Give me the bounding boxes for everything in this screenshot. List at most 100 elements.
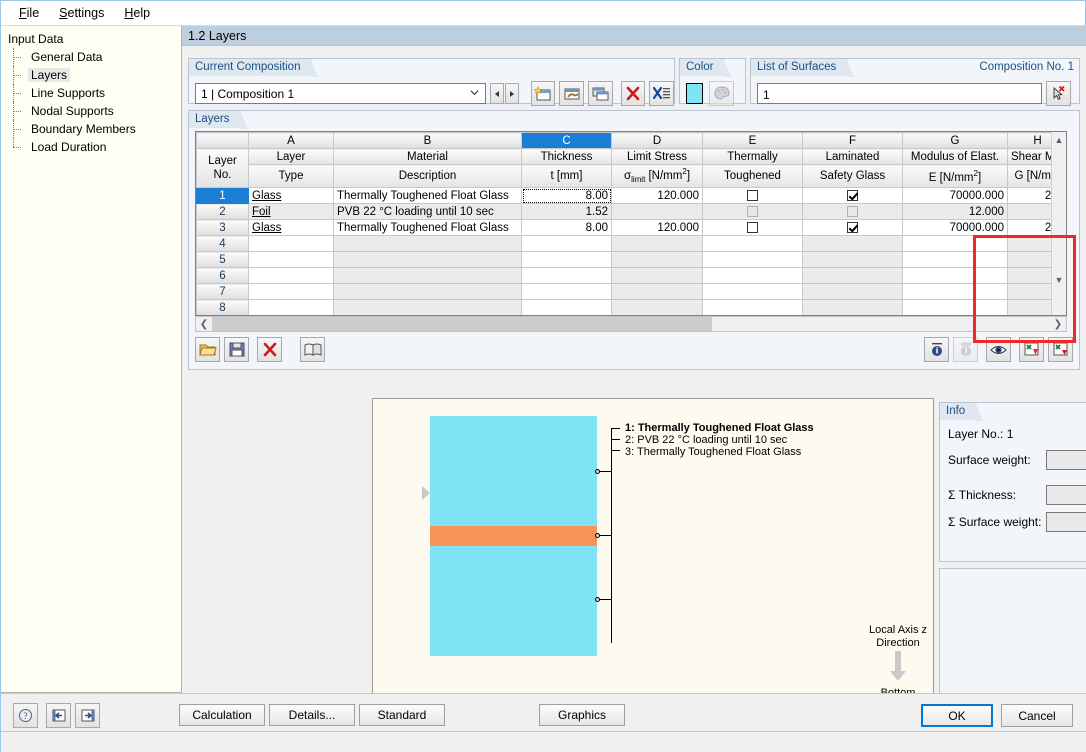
view-button[interactable] — [986, 337, 1011, 362]
table-row[interactable]: 8 — [196, 299, 1066, 315]
sidebar-item-boundary-members[interactable]: Boundary Members — [8, 120, 181, 138]
hscroll-thumb[interactable] — [212, 317, 712, 331]
scroll-left-icon[interactable]: ❮ — [196, 319, 212, 330]
scroll-up-icon[interactable]: ▲ — [1052, 132, 1066, 147]
new-composition-button[interactable] — [530, 81, 556, 106]
cell-modulus[interactable]: 70000.000 — [902, 187, 1008, 205]
cell-thermally-toughened[interactable] — [702, 299, 803, 315]
cell-layer-type[interactable] — [248, 283, 334, 301]
cell-layer-type[interactable] — [248, 251, 334, 269]
next-module-button[interactable] — [75, 703, 100, 728]
layers-table[interactable]: A B C D E F G H Layer No. Layer Material… — [195, 131, 1067, 316]
cell-material[interactable] — [333, 299, 522, 315]
menu-help[interactable]: Help — [114, 3, 160, 23]
details-button[interactable]: Details... — [269, 704, 355, 726]
edit-composition-button[interactable] — [559, 81, 585, 106]
cell-laminated-safety-glass[interactable] — [802, 219, 903, 237]
cell-modulus[interactable] — [902, 251, 1008, 269]
cell-thermally-toughened[interactable] — [702, 283, 803, 301]
sidebar-item-general-data[interactable]: General Data — [8, 48, 181, 66]
cell-thickness[interactable] — [521, 299, 612, 315]
cell-material[interactable]: PVB 22 °C loading until 10 sec — [333, 203, 522, 221]
cell-modulus[interactable] — [902, 299, 1008, 315]
cell-laminated-safety-glass[interactable] — [802, 251, 903, 269]
sidebar-item-line-supports[interactable]: Line Supports — [8, 84, 181, 102]
cell-thickness[interactable]: 8.00 — [521, 219, 612, 237]
cell-thermally-toughened[interactable] — [702, 267, 803, 285]
cell-material[interactable]: Thermally Toughened Float Glass — [333, 187, 522, 205]
row-number[interactable]: 4 — [196, 235, 249, 253]
cell-limit-stress[interactable] — [611, 267, 703, 285]
cell-limit-stress[interactable]: 120.000 — [611, 219, 703, 237]
cell-thickness[interactable] — [521, 251, 612, 269]
row-number[interactable]: 8 — [196, 299, 249, 315]
laminated-safety-glass-checkbox[interactable] — [847, 222, 858, 234]
menu-file[interactable]: File — [9, 3, 49, 23]
table-row[interactable]: 1 Glass Thermally Toughened Float Glass … — [196, 187, 1066, 205]
cell-material[interactable] — [333, 235, 522, 253]
cell-thickness[interactable] — [521, 283, 612, 301]
scroll-down-icon[interactable]: ▼ — [1052, 272, 1066, 287]
cell-limit-stress[interactable] — [611, 283, 703, 301]
row-number[interactable]: 1 — [196, 187, 249, 205]
open-file-button[interactable] — [195, 337, 220, 362]
col-letter-a[interactable]: A — [248, 132, 334, 149]
delete-composition-button[interactable] — [620, 81, 646, 106]
cell-layer-type[interactable]: Glass — [248, 219, 334, 237]
row-number[interactable]: 5 — [196, 251, 249, 269]
cell-layer-type[interactable]: Glass — [248, 187, 334, 205]
cell-limit-stress[interactable] — [611, 251, 703, 269]
help-button[interactable]: ? — [13, 703, 38, 728]
standard-button[interactable]: Standard — [359, 704, 445, 726]
table-row[interactable]: 6 — [196, 267, 1066, 285]
cell-laminated-safety-glass[interactable] — [802, 235, 903, 253]
col-letter-e[interactable]: E — [702, 132, 803, 149]
excel-export-button[interactable] — [1048, 337, 1073, 362]
cell-laminated-safety-glass[interactable] — [802, 187, 903, 205]
cell-modulus[interactable]: 70000.000 — [902, 219, 1008, 237]
col-letter-f[interactable]: F — [802, 132, 903, 149]
row-number[interactable]: 7 — [196, 283, 249, 301]
row-number[interactable]: 2 — [196, 203, 249, 221]
cell-laminated-safety-glass[interactable] — [802, 299, 903, 315]
cell-limit-stress[interactable]: 120.000 — [611, 187, 703, 205]
cell-material[interactable] — [333, 267, 522, 285]
table-vertical-scrollbar[interactable]: ▲ ▼ — [1051, 132, 1066, 315]
surfaces-input[interactable]: 1 — [757, 83, 1042, 104]
col-letter-c[interactable]: C — [521, 132, 612, 149]
cell-limit-stress[interactable] — [611, 235, 703, 253]
row-number[interactable]: 6 — [196, 267, 249, 285]
graphics-button[interactable]: Graphics — [539, 704, 625, 726]
cell-thermally-toughened[interactable] — [702, 251, 803, 269]
cell-thermally-toughened[interactable] — [702, 219, 803, 237]
thermally-toughened-checkbox[interactable] — [747, 190, 758, 202]
cell-material[interactable] — [333, 251, 522, 269]
cell-laminated-safety-glass[interactable] — [802, 283, 903, 301]
ok-button[interactable]: OK — [921, 704, 993, 727]
prev-composition-button[interactable] — [490, 83, 505, 104]
info-button[interactable] — [924, 337, 949, 362]
sidebar-item-load-duration[interactable]: Load Duration — [8, 138, 181, 156]
cell-thickness[interactable] — [521, 267, 612, 285]
col-letter-d[interactable]: D — [611, 132, 703, 149]
cell-material[interactable]: Thermally Toughened Float Glass — [333, 219, 522, 237]
cell-thickness[interactable]: 1.52 — [521, 203, 612, 221]
col-letter-g[interactable]: G — [902, 132, 1008, 149]
composition-select[interactable]: 1 | Composition 1 — [195, 83, 487, 104]
cell-layer-type[interactable] — [248, 235, 334, 253]
pick-surface-button[interactable] — [1046, 81, 1071, 106]
delete-all-compositions-button[interactable] — [649, 81, 674, 106]
excel-import-button[interactable] — [1019, 337, 1044, 362]
table-row[interactable]: 3 Glass Thermally Toughened Float Glass … — [196, 219, 1066, 237]
cell-layer-type[interactable]: Foil — [248, 203, 334, 221]
copy-composition-button[interactable] — [588, 81, 613, 106]
table-row[interactable]: 4 — [196, 235, 1066, 253]
cell-laminated-safety-glass[interactable] — [802, 267, 903, 285]
delete-row-button[interactable] — [257, 337, 282, 362]
sidebar-item-layers[interactable]: Layers — [8, 66, 181, 84]
color-swatch[interactable] — [686, 83, 703, 104]
table-horizontal-scrollbar[interactable]: ❮ ❯ — [195, 316, 1067, 332]
cell-modulus[interactable] — [902, 267, 1008, 285]
cell-layer-type[interactable] — [248, 267, 334, 285]
layer-preview-graphic[interactable]: 1: Thermally Toughened Float Glass 2: PV… — [372, 398, 934, 710]
